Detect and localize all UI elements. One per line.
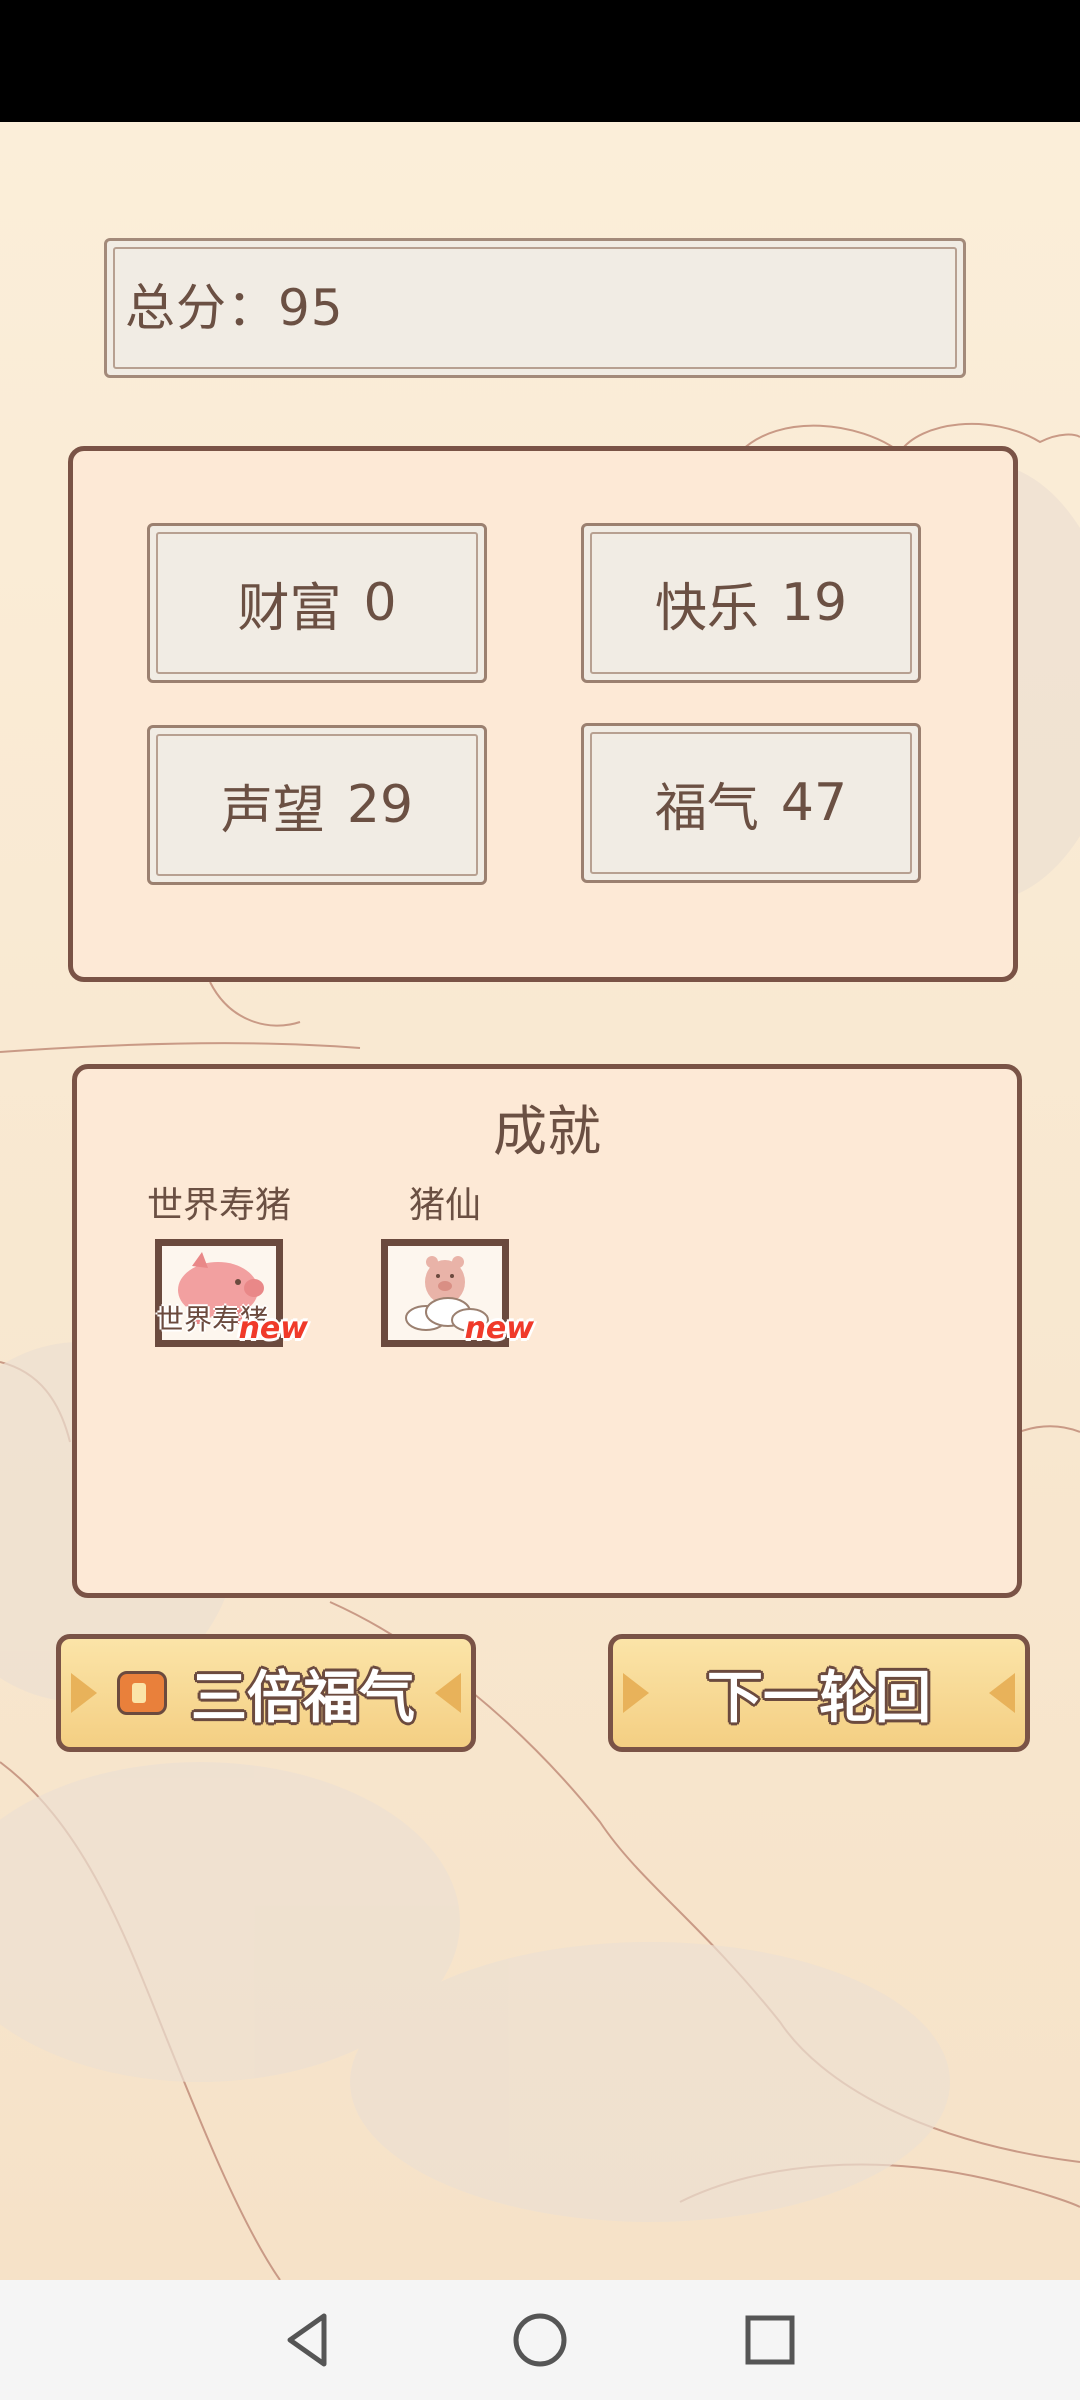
stat-prestige: 声望 29 [147,725,487,885]
stat-fortune-label: 福气 [654,778,759,839]
stat-prestige-label: 声望 [220,780,325,841]
achievement-label: 猪仙 [408,1185,481,1226]
achievements-panel: 成就 世界寿猪 世界寿猪 new 猪仙 new [72,1064,1022,1598]
pig-on-cloud-icon: new [381,1239,534,1347]
video-ad-icon [117,1671,167,1715]
stat-fortune: 福气 47 [581,723,921,883]
total-score-box: 总分：95 [104,238,966,378]
new-badge: new [464,1311,534,1346]
triple-fortune-label: 三倍福气 [191,1665,415,1731]
stats-panel: 财富 0 快乐 19 声望 29 福气 47 [68,446,1018,982]
triple-fortune-button[interactable]: 三倍福气 [56,1634,476,1752]
achievement-item[interactable]: 世界寿猪 世界寿猪 new [119,1181,319,1347]
stat-happiness-value: 19 [780,573,848,633]
next-reincarnation-label: 下一轮回 [707,1665,931,1731]
stat-happiness-label: 快乐 [654,578,759,639]
next-reincarnation-button[interactable]: 下一轮回 [608,1634,1030,1752]
stat-fortune-value: 47 [780,773,848,833]
total-score-text: 总分：95 [125,279,344,337]
home-icon[interactable] [508,2308,572,2372]
stat-wealth-value: 0 [363,573,397,633]
stat-happiness: 快乐 19 [581,523,921,683]
pink-pig-icon: 世界寿猪 new [155,1239,308,1347]
status-bar [0,0,1080,122]
back-icon[interactable] [278,2308,342,2372]
recents-icon[interactable] [738,2308,802,2372]
stat-prestige-value: 29 [346,775,414,835]
navigation-bar [0,2280,1080,2400]
stat-wealth-label: 财富 [237,578,342,639]
new-badge: new [238,1311,308,1346]
achievements-title: 成就 [493,1100,601,1163]
achievement-label: 世界寿猪 [146,1185,291,1226]
stat-wealth: 财富 0 [147,523,487,683]
achievement-item[interactable]: 猪仙 new [345,1181,545,1347]
